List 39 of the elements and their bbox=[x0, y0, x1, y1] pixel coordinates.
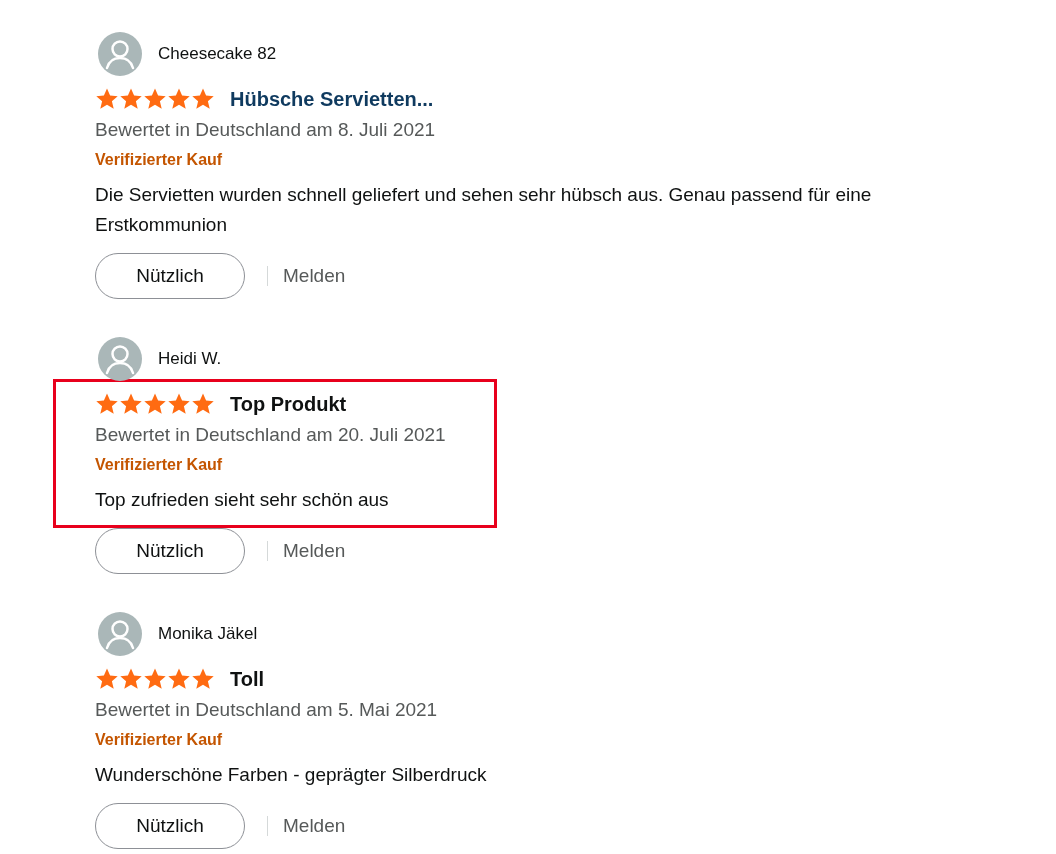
review-title: Top Produkt bbox=[230, 392, 347, 417]
star-icon bbox=[95, 87, 119, 111]
star-icon bbox=[167, 392, 191, 416]
star-icon bbox=[143, 87, 167, 111]
report-link[interactable]: Melden bbox=[283, 811, 346, 841]
review-text: Top zufrieden sieht sehr schön aus bbox=[95, 488, 390, 512]
star-icon bbox=[119, 87, 143, 111]
star-icon bbox=[191, 667, 215, 691]
star-icon bbox=[191, 392, 215, 416]
star-icon bbox=[167, 667, 191, 691]
verified-purchase-label: Verifizierter Kauf bbox=[95, 150, 224, 170]
reviewer-name: Heidi W. bbox=[158, 348, 222, 371]
review-title-link[interactable]: Hübsche Servietten... bbox=[230, 84, 434, 114]
star-icon bbox=[119, 667, 143, 691]
star-icon bbox=[119, 392, 143, 416]
avatar-icon bbox=[98, 612, 142, 656]
star-icon bbox=[95, 392, 119, 416]
verified-purchase-label: Verifizierter Kauf bbox=[95, 730, 224, 750]
review-date: Bewertet in Deutschland am 20. Juli 2021 bbox=[95, 423, 447, 447]
avatar-icon bbox=[98, 337, 142, 381]
helpful-button[interactable]: Nützlich bbox=[95, 803, 245, 849]
review-date: Bewertet in Deutschland am 5. Mai 2021 bbox=[95, 698, 439, 722]
reviewer-name: Monika Jäkel bbox=[158, 623, 258, 646]
verified-purchase-label: Verifizierter Kauf bbox=[95, 455, 224, 475]
helpful-button[interactable]: Nützlich bbox=[95, 253, 245, 299]
star-icon bbox=[95, 667, 119, 691]
helpful-button[interactable]: Nützlich bbox=[95, 528, 245, 574]
star-icon bbox=[191, 87, 215, 111]
reviewer-name: Cheesecake 82 bbox=[158, 43, 277, 66]
review-date: Bewertet in Deutschland am 8. Juli 2021 bbox=[95, 118, 437, 142]
review-text: Die Servietten wurden schnell geliefert und sehen sehr hübsch aus. Genau passend für eine Erstkommunion bbox=[95, 183, 873, 237]
report-link[interactable]: Melden bbox=[283, 261, 346, 291]
review-title: Toll bbox=[230, 667, 265, 692]
star-icon bbox=[143, 392, 167, 416]
star-icon bbox=[167, 87, 191, 111]
review-text: Wunderschöne Farben - geprägter Silberdruck bbox=[95, 763, 488, 787]
report-link[interactable]: Melden bbox=[283, 536, 346, 566]
star-icon bbox=[143, 667, 167, 691]
avatar-icon bbox=[98, 32, 142, 76]
